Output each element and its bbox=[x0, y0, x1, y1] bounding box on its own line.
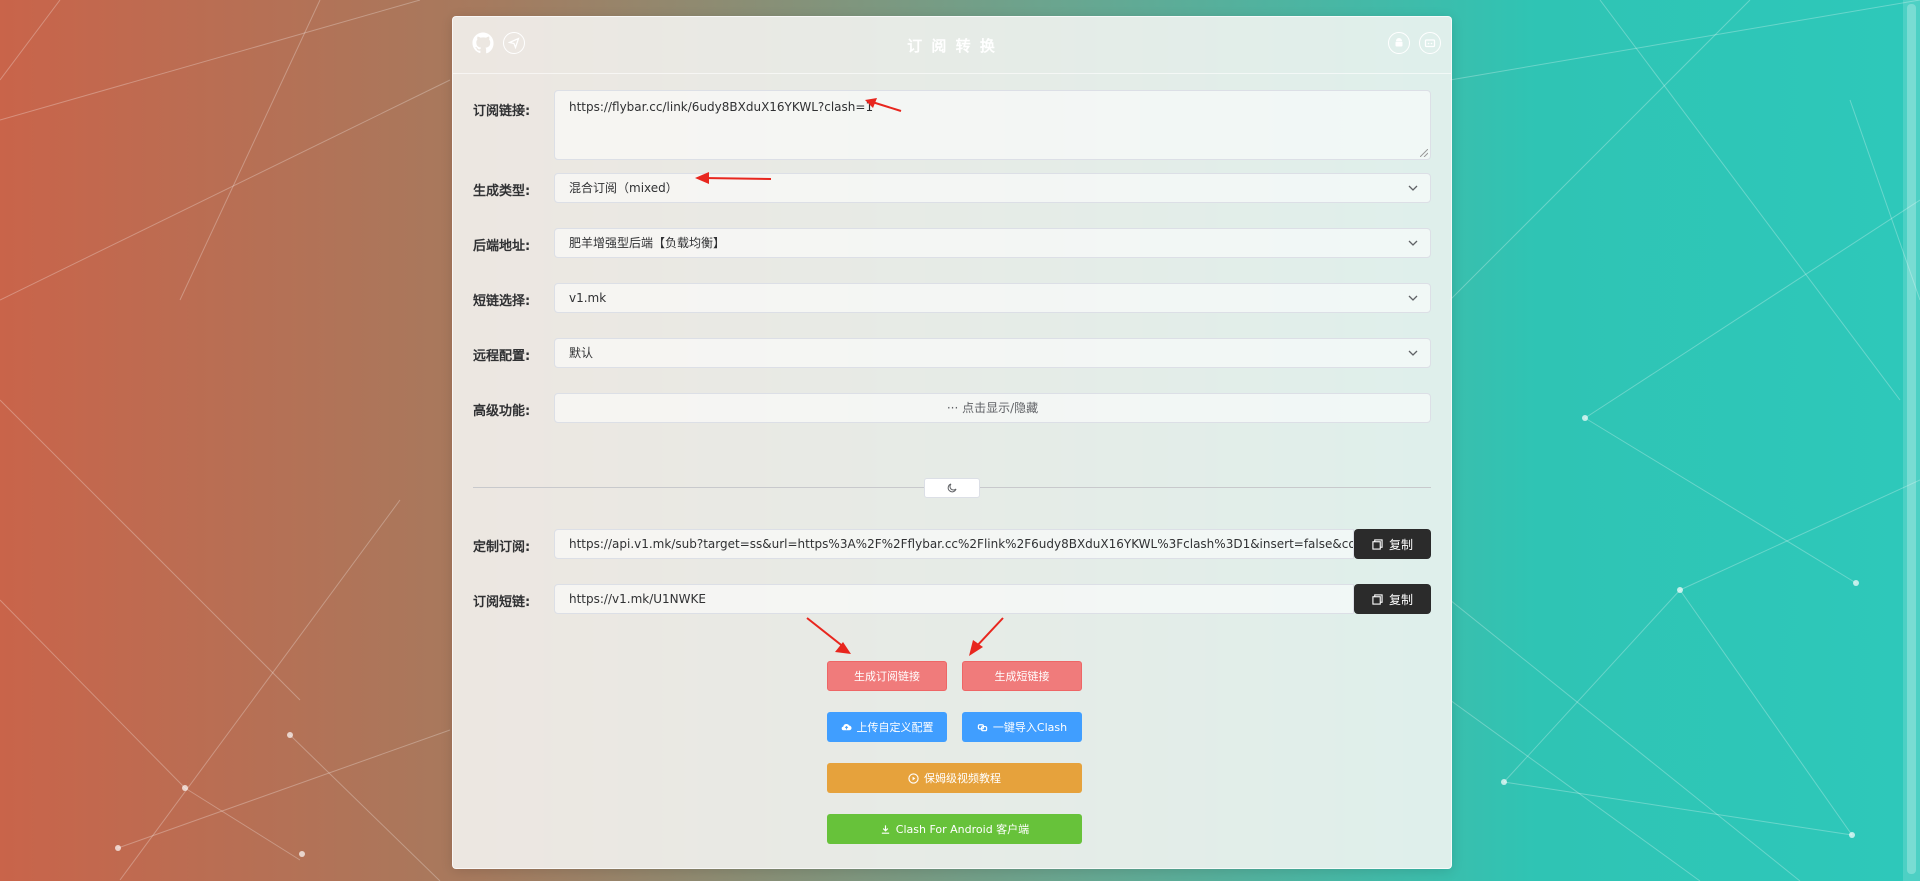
remote-config-label: 远程配置: bbox=[473, 349, 531, 364]
annotation-arrow-icon bbox=[695, 172, 772, 184]
page-title: 订 阅 转 换 bbox=[907, 37, 997, 55]
generate-short-label: 生成短链接 bbox=[994, 670, 1050, 683]
chevron-down-icon bbox=[1408, 295, 1418, 301]
backend-label: 后端地址: bbox=[473, 239, 531, 254]
custom-sub-value: https://api.v1.mk/sub?target=ss&url=http… bbox=[569, 537, 1354, 551]
short-sub-label: 订阅短链: bbox=[473, 595, 531, 610]
copy-label: 复制 bbox=[1388, 592, 1413, 607]
custom-sub-input[interactable]: https://api.v1.mk/sub?target=ss&url=http… bbox=[554, 529, 1354, 559]
client-type-select[interactable]: 混合订阅（mixed） bbox=[554, 173, 1431, 203]
custom-sub-label: 定制订阅: bbox=[473, 540, 531, 555]
moon-icon bbox=[947, 483, 957, 493]
client-type-value: 混合订阅（mixed） bbox=[569, 181, 678, 195]
remote-config-select[interactable]: 默认 bbox=[554, 338, 1431, 368]
shortlink-label: 短链选择: bbox=[473, 294, 531, 309]
copy-label: 复制 bbox=[1388, 537, 1413, 552]
android-icon[interactable] bbox=[1388, 32, 1410, 54]
copy-icon bbox=[1372, 593, 1383, 605]
short-sub-input[interactable]: https://v1.mk/U1NWKE bbox=[554, 584, 1354, 614]
clash-android-button[interactable]: Clash For Android 客户端 bbox=[827, 814, 1082, 844]
backend-select[interactable]: 肥羊增强型后端【负载均衡】 bbox=[554, 228, 1431, 258]
subscription-link-value: https://flybar.cc/link/6udy8BXduX16YKWL?… bbox=[569, 100, 874, 114]
upload-config-button[interactable]: 上传自定义配置 bbox=[827, 712, 947, 742]
remote-config-value: 默认 bbox=[569, 346, 594, 360]
link-icon bbox=[977, 723, 988, 731]
short-sub-value: https://v1.mk/U1NWKE bbox=[569, 592, 706, 606]
form-body: 订阅链接: https://flybar.cc/link/6udy8BXduX1… bbox=[453, 74, 1451, 868]
page-scrollbar[interactable] bbox=[1903, 0, 1920, 881]
card-header: 订 阅 转 换 bbox=[453, 17, 1451, 74]
download-icon bbox=[881, 824, 889, 834]
import-clash-button[interactable]: 一键导入Clash bbox=[962, 712, 1082, 742]
clash-android-label: Clash For Android 客户端 bbox=[895, 823, 1030, 836]
copy-icon bbox=[1372, 538, 1383, 550]
video-icon[interactable] bbox=[1419, 32, 1441, 54]
theme-toggle-button[interactable] bbox=[924, 478, 980, 498]
subscription-link-label: 订阅链接: bbox=[473, 104, 531, 119]
play-circle-icon bbox=[908, 772, 919, 784]
annotation-arrow-icon bbox=[969, 617, 1004, 656]
video-tutorial-label: 保姆级视频教程 bbox=[924, 772, 1001, 785]
generate-sub-label: 生成订阅链接 bbox=[854, 670, 920, 683]
cloud-upload-icon bbox=[841, 723, 852, 730]
chevron-down-icon bbox=[1408, 240, 1418, 246]
generate-short-button[interactable]: 生成短链接 bbox=[962, 661, 1082, 691]
upload-config-label: 上传自定义配置 bbox=[856, 721, 934, 734]
subscription-link-input[interactable]: https://flybar.cc/link/6udy8BXduX16YKWL?… bbox=[554, 90, 1431, 160]
annotation-arrow-icon bbox=[865, 98, 902, 112]
annotation-arrow-icon bbox=[806, 617, 851, 654]
generate-sub-button[interactable]: 生成订阅链接 bbox=[827, 661, 947, 691]
backend-value: 肥羊增强型后端【负载均衡】 bbox=[569, 236, 726, 250]
advanced-toggle[interactable]: ··· 点击显示/隐藏 bbox=[554, 393, 1431, 423]
import-clash-label: 一键导入Clash bbox=[992, 721, 1068, 734]
copy-custom-sub-button[interactable]: 复制 bbox=[1354, 529, 1431, 559]
converter-card: 订 阅 转 换 订阅链接: https://flybar.cc/link/6ud… bbox=[452, 16, 1452, 869]
scrollbar-thumb[interactable] bbox=[1907, 4, 1916, 874]
more-icon: ··· bbox=[946, 401, 959, 415]
video-tutorial-button[interactable]: 保姆级视频教程 bbox=[827, 763, 1082, 793]
advanced-toggle-text: 点击显示/隐藏 bbox=[962, 401, 1039, 415]
chevron-down-icon bbox=[1408, 350, 1418, 356]
advanced-label: 高级功能: bbox=[473, 404, 531, 419]
copy-short-sub-button[interactable]: 复制 bbox=[1354, 584, 1431, 614]
shortlink-value: v1.mk bbox=[569, 291, 607, 305]
shortlink-select[interactable]: v1.mk bbox=[554, 283, 1431, 313]
resize-handle-icon[interactable] bbox=[1420, 149, 1428, 157]
chevron-down-icon bbox=[1408, 185, 1418, 191]
client-type-label: 生成类型: bbox=[473, 184, 531, 199]
